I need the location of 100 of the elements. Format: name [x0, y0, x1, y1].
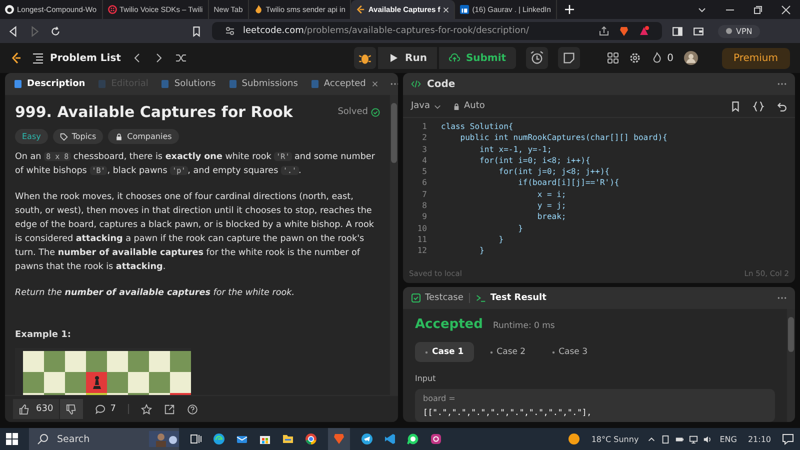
line-number: 4	[421, 154, 427, 166]
case-tab[interactable]: Case 3	[542, 342, 598, 362]
play-icon	[388, 53, 399, 63]
brave-browser-icon[interactable]	[328, 428, 350, 450]
dot-icon	[490, 350, 493, 354]
alarm-clock-icon[interactable]	[526, 47, 548, 69]
lion-shield-icon[interactable]	[619, 26, 629, 36]
more-icon[interactable]	[777, 296, 787, 300]
whatsapp-icon[interactable]	[407, 433, 419, 445]
example-heading: Example 1:	[15, 330, 72, 340]
difficulty-badge[interactable]: Easy	[15, 129, 48, 144]
restore-icon[interactable]	[753, 4, 763, 14]
vscode-icon[interactable]	[384, 433, 396, 445]
code-line: x = i;	[536, 188, 568, 200]
comments-button[interactable]: 7	[95, 404, 116, 414]
new-tab-icon[interactable]	[564, 5, 574, 14]
panel-tab[interactable]: Submissions	[228, 79, 298, 89]
panel-tab[interactable]: Solutions	[160, 79, 216, 89]
sun-icon	[568, 433, 580, 445]
dots-circle-icon	[108, 5, 116, 14]
wallet-icon[interactable]	[693, 26, 704, 36]
submit-button[interactable]: Submit	[438, 47, 516, 69]
list-icon	[32, 52, 44, 64]
paragraph: Return the number of available captures for the white rook.	[15, 287, 296, 300]
folder-icon[interactable]	[282, 433, 294, 445]
settings-icon[interactable]	[629, 52, 642, 64]
share-icon[interactable]	[164, 404, 175, 414]
address-field[interactable]: leetcode.com/problems/available-captures-for-rook/description/	[212, 22, 662, 40]
back-icon[interactable]	[8, 26, 19, 36]
language-dropdown[interactable]: Java	[411, 101, 442, 111]
sidebar-icon[interactable]	[672, 26, 683, 36]
help-icon[interactable]	[186, 404, 198, 414]
undo-icon[interactable]	[776, 100, 787, 112]
line-number: 11	[416, 234, 427, 246]
notification-icon[interactable]	[782, 433, 794, 445]
vpn-button[interactable]: VPN	[718, 24, 760, 38]
windows-start-icon[interactable]	[6, 433, 18, 445]
avatar-icon[interactable]	[684, 51, 698, 65]
code-line: }	[498, 234, 505, 246]
grid-icon[interactable]	[607, 52, 620, 64]
star-icon[interactable]	[140, 404, 152, 414]
panel-tab[interactable]: Testcase	[411, 293, 464, 303]
tab-icon	[160, 79, 170, 89]
reload-icon[interactable]	[50, 26, 61, 36]
weather-label[interactable]: 18°C Sunny	[591, 434, 639, 444]
input-label: Input	[415, 374, 437, 383]
panel-tab[interactable]: Accepted	[310, 79, 378, 89]
note-icon[interactable]	[558, 47, 580, 69]
more-icon[interactable]	[777, 82, 787, 86]
tag-chip[interactable]: Companies	[108, 129, 179, 144]
thumbs-down-icon	[66, 404, 78, 414]
store-icon[interactable]	[259, 433, 271, 445]
panel-tab[interactable]: Test Result	[476, 293, 546, 303]
chrome-icon[interactable]	[305, 433, 317, 445]
run-button[interactable]: Run	[378, 47, 437, 69]
mail-icon[interactable]	[236, 433, 248, 445]
like-button[interactable]: 630	[13, 399, 60, 419]
edge-browser-icon[interactable]	[213, 433, 225, 445]
bug-icon[interactable]	[354, 47, 376, 69]
shuffle-icon[interactable]	[174, 52, 187, 64]
telegram-icon[interactable]	[361, 433, 373, 445]
network-icon[interactable]	[688, 434, 698, 444]
tab-icon	[310, 79, 320, 89]
case-tab[interactable]: Case 1	[415, 342, 474, 362]
task-view-icon[interactable]	[190, 433, 202, 445]
streak-counter[interactable]: 0	[651, 52, 674, 64]
case-tab[interactable]: Case 2	[480, 342, 536, 362]
camera-app-icon[interactable]	[430, 433, 442, 445]
bookmark-icon[interactable]	[730, 100, 741, 112]
triangle-icon[interactable]	[639, 26, 649, 36]
taskbar-search-field[interactable]: Search	[29, 428, 179, 450]
language-indicator[interactable]: ENG	[720, 434, 737, 444]
flame-icon	[651, 52, 664, 64]
scrollbar[interactable]	[787, 309, 795, 422]
speaker-icon[interactable]	[702, 434, 712, 444]
code-line: for(int i=0; i<8; i++){	[478, 154, 592, 166]
more-icon[interactable]	[390, 82, 398, 86]
auto-mode-label[interactable]: Auto	[453, 101, 485, 111]
clock[interactable]: 21:10	[748, 434, 771, 444]
tab-icon	[13, 79, 23, 89]
share-icon[interactable]	[599, 26, 609, 36]
code-line: y = j;	[536, 200, 568, 212]
braces-icon[interactable]	[753, 100, 764, 112]
vpn-status-icon	[726, 28, 732, 34]
device-icon[interactable]	[660, 434, 670, 444]
close-icon[interactable]	[781, 4, 791, 14]
variable-name: board =	[423, 394, 456, 403]
scrollbar[interactable]	[390, 95, 398, 395]
battery-icon[interactable]	[674, 434, 684, 444]
bookmark-icon[interactable]	[191, 26, 202, 36]
site-settings-icon[interactable]	[225, 26, 235, 36]
panel-tab[interactable]: Description	[13, 79, 86, 89]
close-icon[interactable]	[372, 81, 378, 87]
leetcode-logo-icon[interactable]	[10, 52, 22, 64]
tag-chip[interactable]: Topics	[52, 129, 104, 144]
verdict-label: Accepted	[415, 317, 483, 332]
problem-list-button[interactable]: Problem List	[32, 52, 121, 64]
code-line: for(int j=0; j<8; j++){	[498, 166, 611, 178]
premium-button[interactable]: Premium	[722, 48, 790, 68]
dislike-button[interactable]	[60, 399, 84, 419]
